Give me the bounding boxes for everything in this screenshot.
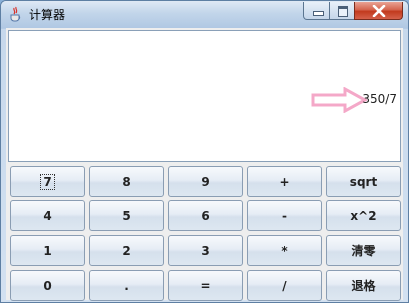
digit-7-button[interactable]: 7 [10,166,85,197]
divide-label: / [282,278,287,293]
clear-label: 清零 [351,244,376,258]
digit-1-button[interactable]: 1 [10,235,85,266]
window-title: 计算器 [29,8,66,22]
digit-1-label: 1 [43,243,52,258]
decimal-point-label: . [124,278,129,293]
equals-label: = [200,278,211,293]
digit-2-label: 2 [122,243,131,258]
digit-8-label: 8 [122,174,131,189]
sqrt-label: sqrt [349,174,378,189]
backspace-label: 退格 [351,279,376,293]
digit-7-label: 7 [40,173,55,190]
clear-button[interactable]: 清零 [326,235,401,266]
display-area: 350/7 [8,30,401,162]
pointer-arrow-icon [311,87,367,113]
calculator-window: 计算器 350/7 7 8 9 + sqrt 4 5 6 - x^2 1 2 3 * 清零 0. = / 退格 [0,0,409,303]
plus-button[interactable]: + [247,166,322,197]
decimal-point-button[interactable]: . [89,270,164,301]
square-label: x^2 [350,208,377,223]
equals-button[interactable]: = [168,270,243,301]
digit-9-label: 9 [201,174,210,189]
digit-5-button[interactable]: 5 [89,200,164,231]
client-area: 350/7 7 8 9 + sqrt 4 5 6 - x^2 1 2 3 * 清零 0. = / 退格 [6,28,403,301]
backspace-button[interactable]: 退格 [326,270,401,301]
close-button[interactable] [354,2,403,20]
digit-6-label: 6 [201,208,210,223]
digit-8-button[interactable]: 8 [89,166,164,197]
maximize-button[interactable] [329,2,355,20]
java-cup-icon [10,6,21,22]
multiply-label: * [281,243,288,258]
minimize-button[interactable] [303,2,330,20]
close-icon [372,5,386,17]
digit-0-button[interactable]: 0 [10,270,85,301]
minus-label: - [282,208,287,223]
title-bar[interactable]: 计算器 [1,1,408,28]
digit-4-button[interactable]: 4 [10,200,85,231]
plus-label: + [279,174,290,189]
square-button[interactable]: x^2 [326,200,401,231]
sqrt-button[interactable]: sqrt [326,166,401,197]
divide-button[interactable]: / [247,270,322,301]
digit-2-button[interactable]: 2 [89,235,164,266]
multiply-button[interactable]: * [247,235,322,266]
digit-9-button[interactable]: 9 [168,166,243,197]
digit-5-label: 5 [122,208,131,223]
digit-6-button[interactable]: 6 [168,200,243,231]
digit-4-label: 4 [43,208,52,223]
digit-3-button[interactable]: 3 [168,235,243,266]
digit-0-label: 0 [43,278,52,293]
minus-button[interactable]: - [247,200,322,231]
display-value: 350/7 [362,92,397,106]
digit-3-label: 3 [201,243,210,258]
